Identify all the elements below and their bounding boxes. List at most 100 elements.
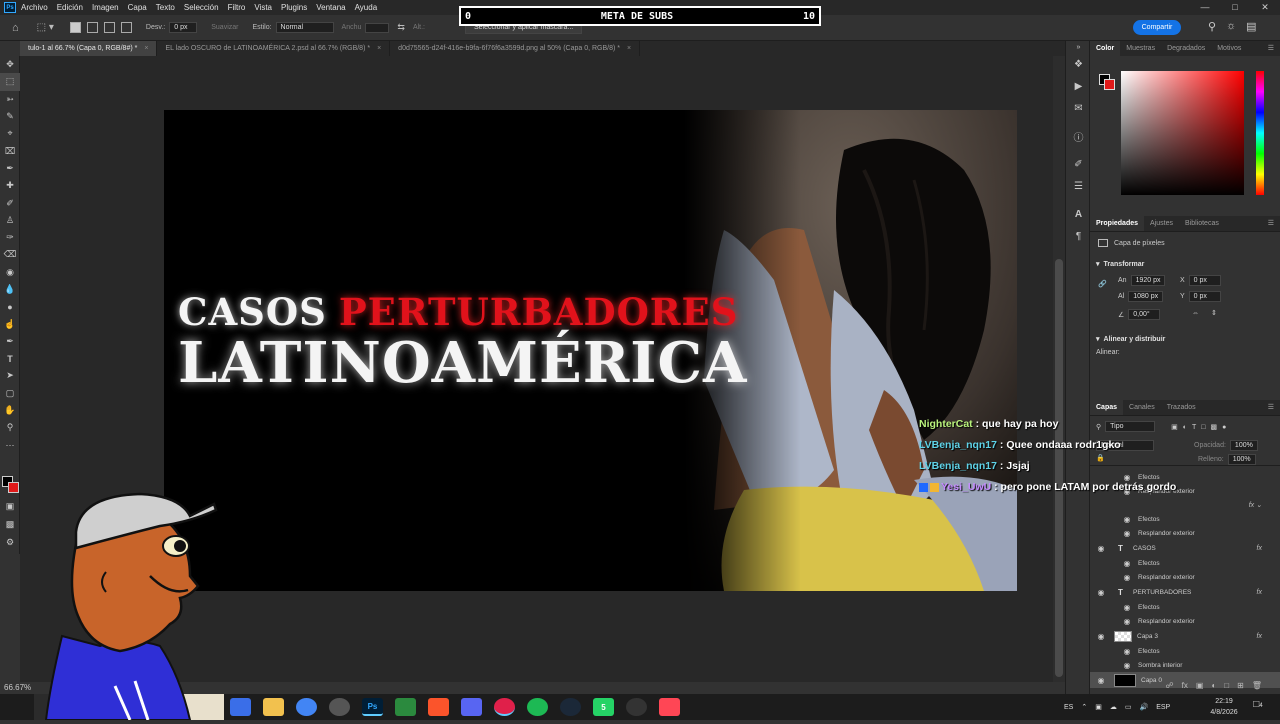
move-tool-icon[interactable]: ✥ xyxy=(0,56,20,73)
quick-selection-tool-icon[interactable]: ✎ xyxy=(0,108,20,125)
history-brush-tool-icon[interactable]: ✑ xyxy=(0,229,20,246)
spotify-icon[interactable] xyxy=(527,698,548,716)
flip-horizontal-icon[interactable]: ⇔ xyxy=(1192,310,1199,317)
tab-document-1[interactable]: tulo-1 al 66.7% (Capa 0, RGB/8#) * × xyxy=(20,41,158,56)
layer-row-capa-3[interactable]: ◉ Capa 3 fx xyxy=(1090,628,1280,644)
paint-bucket-tool-icon[interactable]: ◉ xyxy=(0,264,20,281)
minimize-icon[interactable]: — xyxy=(1190,0,1220,15)
subtract-selection-icon[interactable] xyxy=(103,22,115,33)
layer-effects-row[interactable]: ◉ Efectos xyxy=(1090,644,1280,658)
menu-vista[interactable]: Vista xyxy=(254,3,272,12)
tab-patterns[interactable]: Motivos xyxy=(1211,41,1247,56)
brush-tool-icon[interactable]: ✐ xyxy=(0,194,20,211)
hue-slider[interactable] xyxy=(1256,71,1264,195)
workspace-icon[interactable]: ▤ xyxy=(1246,20,1256,33)
feather-input[interactable]: 0 px xyxy=(169,22,198,33)
new-layer-icon[interactable]: ⊞ xyxy=(1237,681,1244,690)
dodge-tool-icon[interactable]: ● xyxy=(0,298,20,315)
y-field[interactable]: 0 px xyxy=(1188,291,1221,302)
layer-effect-row[interactable]: ◉ Resplandor exterior xyxy=(1090,570,1280,584)
opera-gx-icon[interactable] xyxy=(494,698,515,716)
marquee-tool-icon[interactable]: ⬚ xyxy=(0,73,20,91)
thumbnail-artboard[interactable]: CASOS PERTURBADORES LATINOAMÉRICA xyxy=(164,110,1017,591)
tab-libraries[interactable]: Bibliotecas xyxy=(1179,216,1225,231)
maximize-icon[interactable]: □ xyxy=(1220,0,1250,15)
eye-icon[interactable]: ◉ xyxy=(1120,573,1134,582)
layer-effects-row[interactable]: ◉ Efectos xyxy=(1090,600,1280,614)
tab-gradients[interactable]: Degradados xyxy=(1161,41,1211,56)
tray-chevron-icon[interactable]: ⌃ xyxy=(1081,703,1087,711)
menu-seleccion[interactable]: Selección xyxy=(184,3,219,12)
menu-capa[interactable]: Capa xyxy=(128,3,147,12)
layer-effects-row[interactable]: ◉ Efectos xyxy=(1090,556,1280,570)
eyedropper-tool-icon[interactable]: ✒ xyxy=(0,160,20,177)
file-explorer-icon[interactable] xyxy=(263,698,284,716)
link-layers-icon[interactable]: ☍ xyxy=(1166,681,1174,690)
x-field[interactable]: 0 px xyxy=(1188,275,1221,286)
angle-field[interactable]: 0,00° xyxy=(1128,309,1161,320)
valorant-icon[interactable] xyxy=(659,698,680,716)
rectangle-tool-icon[interactable]: ▢ xyxy=(0,385,20,402)
fx-icon[interactable]: fx xyxy=(1257,589,1262,596)
tab-properties[interactable]: Propiedades xyxy=(1090,216,1145,231)
transform-header[interactable]: ▾ Transformar xyxy=(1096,260,1144,269)
network-icon[interactable]: ▣ xyxy=(1095,703,1102,711)
eye-icon[interactable]: ◉ xyxy=(1094,588,1108,597)
quick-mask-icon[interactable]: ▣ xyxy=(0,498,20,515)
brave-icon[interactable] xyxy=(428,698,449,716)
eye-icon[interactable]: ◉ xyxy=(1120,617,1134,626)
fx-icon[interactable]: fx xyxy=(1257,633,1262,640)
pen-tool-icon[interactable]: ✒ xyxy=(0,333,20,350)
style-select[interactable]: Normal xyxy=(275,22,334,33)
eye-icon[interactable]: ◉ xyxy=(1120,529,1134,538)
adjustments-icon[interactable]: ☰ xyxy=(1066,175,1091,197)
menu-archivo[interactable]: Archivo xyxy=(21,3,48,12)
lasso-tool-icon[interactable]: ➳ xyxy=(0,91,20,108)
tab-document-2[interactable]: EL lado OSCURO de LATINOAMÉRICA 2.psd al… xyxy=(157,41,391,56)
info-icon[interactable]: ⓘ xyxy=(1066,125,1091,147)
clock[interactable]: 22:19 4/8/2026 xyxy=(1204,696,1244,718)
speaker-icon[interactable]: 🔊 xyxy=(1139,703,1148,711)
menu-plugins[interactable]: Plugins xyxy=(281,3,307,12)
layer-effects-row[interactable]: ◉ Efectos xyxy=(1090,512,1280,526)
fx-icon[interactable]: fx xyxy=(1257,545,1262,552)
more-tools-icon[interactable]: ⋯ xyxy=(0,437,20,454)
menu-texto[interactable]: Texto xyxy=(156,3,175,12)
layer-row-casos[interactable]: ◉ T CASOS fx xyxy=(1090,540,1280,556)
new-selection-icon[interactable] xyxy=(69,22,81,33)
copilot-icon[interactable] xyxy=(230,698,251,716)
fill-field[interactable]: 100% xyxy=(1227,454,1256,465)
notification-icon[interactable]: □4 xyxy=(1250,699,1266,715)
layer-row-perturbadores[interactable]: ◉ T PERTURBADORES fx xyxy=(1090,584,1280,600)
blur-tool-icon[interactable]: 💧 xyxy=(0,281,20,298)
discover-icon[interactable]: ☼ xyxy=(1226,20,1236,33)
close-tab-icon[interactable]: × xyxy=(377,45,381,52)
language-indicator[interactable]: ES xyxy=(1064,704,1073,711)
color-picker-field[interactable] xyxy=(1121,71,1244,195)
tab-swatches[interactable]: Muestras xyxy=(1120,41,1161,56)
whatsapp-icon[interactable]: 5 xyxy=(593,698,614,716)
chrome-icon[interactable] xyxy=(296,698,317,716)
link-dimensions-icon[interactable]: 🔗 xyxy=(1098,280,1107,288)
eye-icon[interactable]: ◉ xyxy=(1094,632,1108,641)
comments-icon[interactable]: ✉ xyxy=(1066,97,1091,119)
background-color-swatch[interactable] xyxy=(8,482,19,493)
actions-play-icon[interactable]: ▶ xyxy=(1066,75,1091,97)
height-field[interactable]: 1080 px xyxy=(1128,291,1164,302)
panel-menu-icon[interactable]: ☰ xyxy=(1262,400,1280,415)
layer-effect-row[interactable]: ◉ Resplandor exterior xyxy=(1090,526,1280,540)
photoshop-icon[interactable]: Ps xyxy=(362,698,383,716)
flip-vertical-icon[interactable]: ⇕ xyxy=(1211,309,1217,317)
width-field[interactable]: 1920 px xyxy=(1130,275,1166,286)
eye-icon[interactable]: ◉ xyxy=(1094,544,1108,553)
close-icon[interactable]: ✕ xyxy=(1250,0,1280,15)
screen-mode-icon[interactable]: ▩ xyxy=(0,516,20,533)
cloud-icon[interactable]: ☁ xyxy=(1110,703,1117,711)
add-style-icon[interactable]: fx xyxy=(1182,681,1188,690)
width-input[interactable] xyxy=(365,22,390,33)
obs-icon[interactable] xyxy=(329,698,350,716)
search-icon[interactable]: ⚲ xyxy=(1208,20,1216,33)
crop-tool-icon[interactable]: ⌖ xyxy=(0,125,20,142)
learn-icon[interactable]: ❖ xyxy=(1066,53,1091,75)
eye-icon[interactable]: ◉ xyxy=(1120,559,1134,568)
